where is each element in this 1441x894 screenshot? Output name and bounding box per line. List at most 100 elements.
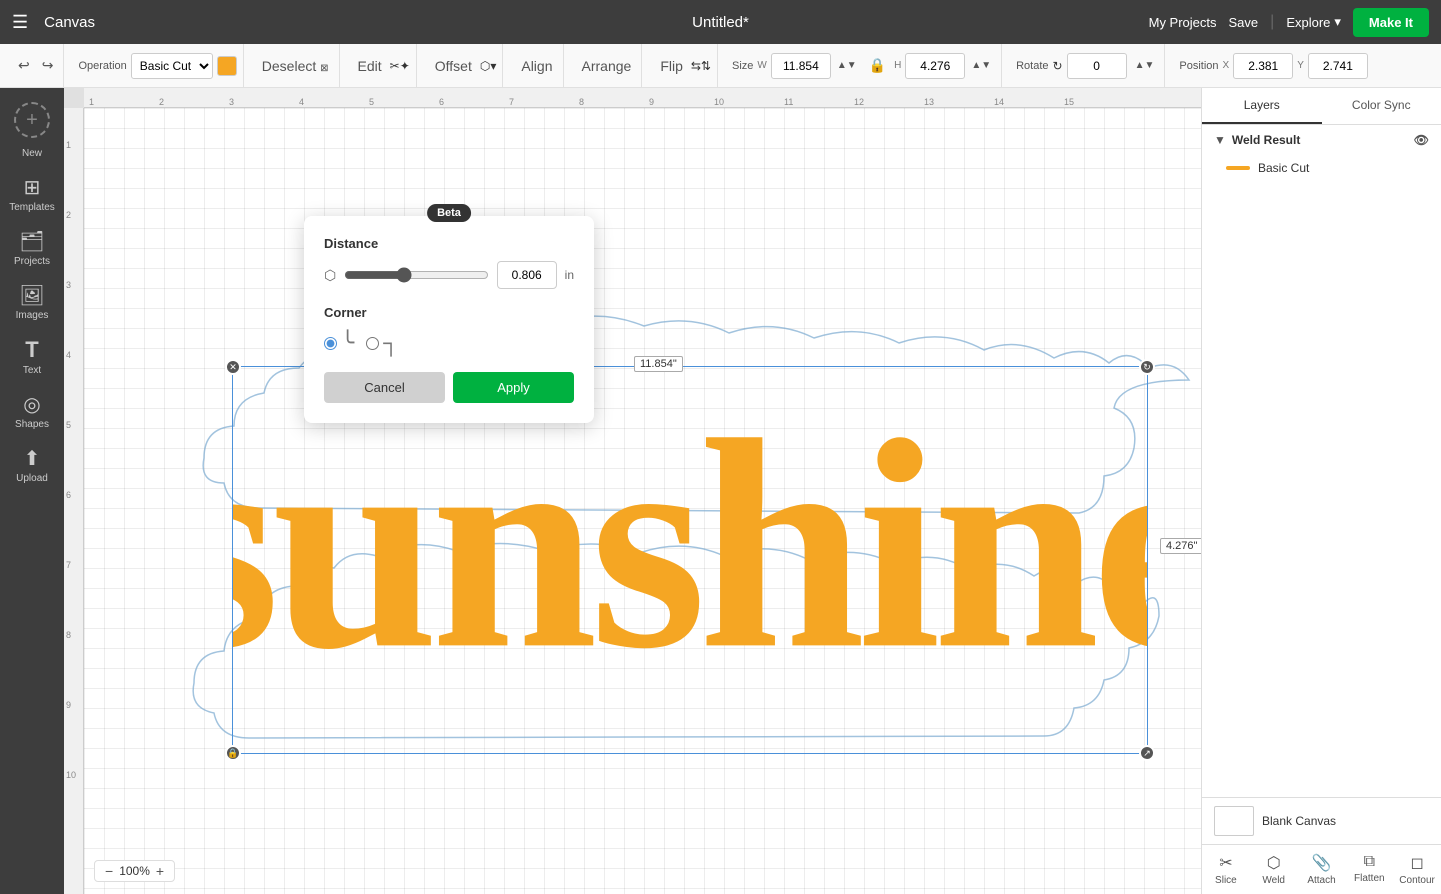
toolbar: ↩ ↪ Operation Basic Cut Deselect ⊠ Edit …: [0, 44, 1441, 88]
size-group: Size W ▲▼ 🔒 H ▲▼: [726, 44, 1002, 87]
distance-slider-row: ⬡ in: [324, 261, 574, 289]
flip-group: Flip ⇆⇅: [650, 44, 718, 87]
canvas[interactable]: sunshine ✕ ↻ 🔒 ↗ 11.854" 4.276" Beta Dis…: [84, 108, 1201, 894]
width-stepper[interactable]: ▲▼: [833, 58, 861, 73]
chevron-down-icon: ▾: [1334, 14, 1341, 30]
rotate-stepper[interactable]: ▲▼: [1131, 58, 1159, 73]
projects-icon: 🗂: [19, 229, 44, 254]
sidebar-item-projects[interactable]: 🗂 Projects: [4, 223, 60, 273]
ruler-left: 1 2 3 4 5 6 7 8 9 10: [64, 108, 84, 894]
weld-result-label: Weld Result: [1232, 133, 1300, 147]
redo-button[interactable]: ↪: [38, 55, 58, 76]
blank-canvas-section: Blank Canvas: [1202, 797, 1441, 844]
offset-button[interactable]: Offset: [431, 56, 476, 76]
distance-slider[interactable]: [344, 267, 488, 283]
distance-unit: in: [565, 268, 574, 282]
hamburger-icon[interactable]: ☰: [12, 12, 28, 33]
sidebar-item-shapes[interactable]: ◎ Shapes: [4, 386, 60, 436]
width-input[interactable]: [771, 53, 831, 79]
tab-layers[interactable]: Layers: [1202, 88, 1322, 124]
zoom-out-button[interactable]: −: [103, 863, 115, 879]
make-it-button[interactable]: Make It: [1353, 8, 1429, 37]
apply-button[interactable]: Apply: [453, 372, 574, 403]
height-dimension-label: 4.276": [1160, 538, 1201, 554]
flip-button[interactable]: Flip: [656, 56, 687, 76]
corner-label: Corner: [324, 305, 574, 320]
layer-name: Basic Cut: [1258, 161, 1309, 175]
layers-panel: ▼ Weld Result 👁 Basic Cut: [1202, 125, 1441, 461]
separator: |: [1270, 13, 1274, 31]
weld-icon: ⬡: [1267, 853, 1281, 873]
arrange-button[interactable]: Arrange: [578, 56, 636, 76]
size-label: Size: [732, 60, 753, 72]
round-corner-icon: ╰: [341, 330, 354, 356]
height-stepper[interactable]: ▲▼: [967, 58, 995, 73]
explore-button[interactable]: Explore ▾: [1286, 14, 1341, 30]
app-title: Canvas: [44, 14, 95, 31]
main-area: + New ⊞ Templates 🗂 Projects 🖼 Images T …: [0, 88, 1441, 894]
edit-button[interactable]: Edit: [354, 56, 386, 76]
width-label: W: [757, 60, 766, 71]
deselect-button[interactable]: Deselect ⊠: [258, 56, 333, 76]
zoom-controls: − 100% +: [94, 860, 175, 882]
distance-value-input[interactable]: [497, 261, 557, 289]
sidebar-item-templates[interactable]: ⊞ Templates: [4, 169, 60, 219]
contour-button[interactable]: ◻ Contour: [1393, 845, 1441, 894]
height-input[interactable]: [905, 53, 965, 79]
corner-square-option[interactable]: ┐: [366, 330, 399, 356]
weld-result-header[interactable]: ▼ Weld Result 👁: [1202, 125, 1441, 155]
panel-actions: ✂ Slice ⬡ Weld 📎 Attach ⧉ Flatten ◻ Cont…: [1202, 844, 1441, 894]
zoom-in-button[interactable]: +: [154, 863, 166, 879]
y-label: Y: [1297, 60, 1304, 71]
rotate-group: Rotate ↻ ▲▼: [1010, 44, 1165, 87]
beta-badge: Beta: [427, 204, 471, 222]
slice-button[interactable]: ✂ Slice: [1202, 845, 1250, 894]
shapes-icon: ◎: [23, 392, 40, 417]
right-panel: Layers Color Sync ▼ Weld Result 👁 Basic …: [1201, 88, 1441, 894]
tab-color-sync[interactable]: Color Sync: [1322, 88, 1441, 124]
cancel-button[interactable]: Cancel: [324, 372, 445, 403]
flatten-icon: ⧉: [1364, 853, 1375, 871]
contour-icon: ◻: [1410, 853, 1423, 873]
new-button[interactable]: + New: [4, 96, 60, 165]
x-input[interactable]: [1233, 53, 1293, 79]
operation-select[interactable]: Basic Cut: [131, 53, 213, 79]
arrange-group: Arrange: [572, 44, 643, 87]
color-swatch[interactable]: [217, 56, 237, 76]
left-sidebar: + New ⊞ Templates 🗂 Projects 🖼 Images T …: [0, 88, 64, 894]
slice-icon: ✂: [1219, 853, 1232, 873]
ruler-top: 1 2 3 4 5 6 7 8 9 10 11 12 13 14 15: [84, 88, 1201, 108]
flatten-button[interactable]: ⧉ Flatten: [1345, 845, 1393, 894]
distance-label: Distance: [324, 236, 574, 251]
deselect-group: Deselect ⊠: [252, 44, 340, 87]
align-group: Align: [511, 44, 563, 87]
sidebar-item-images[interactable]: 🖼 Images: [4, 277, 60, 327]
my-projects-link[interactable]: My Projects: [1149, 15, 1217, 30]
eye-icon[interactable]: 👁: [1414, 133, 1429, 147]
offset-popup: Beta Distance ⬡ in Corner ╰ ┐: [304, 216, 594, 423]
rotate-input[interactable]: [1067, 53, 1127, 79]
save-button[interactable]: Save: [1229, 15, 1259, 30]
undo-button[interactable]: ↩: [14, 55, 34, 76]
flip-icons: ⇆⇅: [691, 59, 711, 73]
lock-ratio-button[interactable]: 🔒: [865, 55, 890, 76]
corner-round-option[interactable]: ╰: [324, 330, 354, 356]
weld-button[interactable]: ⬡ Weld: [1250, 845, 1298, 894]
width-dimension-label: 11.854": [634, 356, 683, 372]
corner-options: ╰ ┐: [324, 330, 574, 356]
upload-icon: ⬆: [24, 446, 41, 471]
templates-icon: ⊞: [24, 175, 41, 200]
height-label: H: [894, 60, 901, 71]
offset-group: Offset ⬡▾: [425, 44, 504, 87]
align-button[interactable]: Align: [517, 56, 556, 76]
text-icon: T: [25, 337, 38, 363]
attach-button[interactable]: 📎 Attach: [1298, 845, 1346, 894]
layer-basic-cut[interactable]: Basic Cut: [1202, 155, 1441, 181]
y-input[interactable]: [1308, 53, 1368, 79]
attach-icon: 📎: [1312, 853, 1332, 873]
sidebar-item-upload[interactable]: ⬆ Upload: [4, 440, 60, 490]
doc-title: Untitled*: [692, 14, 749, 31]
top-bar: ☰ Canvas Untitled* My Projects Save | Ex…: [0, 0, 1441, 44]
distance-min-icon: ⬡: [324, 267, 336, 284]
sidebar-item-text[interactable]: T Text: [4, 331, 60, 382]
